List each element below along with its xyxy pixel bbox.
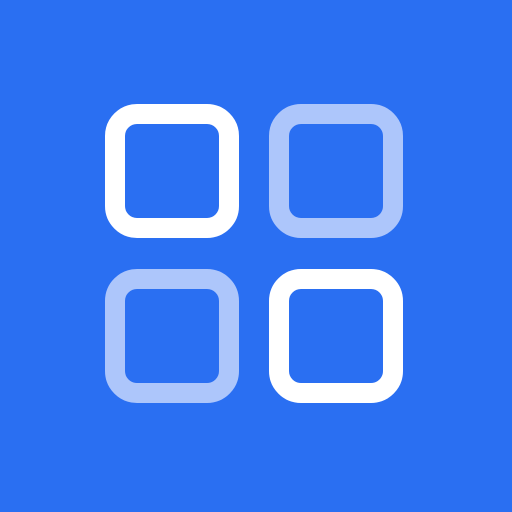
top-left-square xyxy=(105,104,239,238)
app-icon xyxy=(0,0,512,512)
top-right-square xyxy=(269,104,403,238)
grid-view-icon xyxy=(105,104,403,403)
bottom-right-square xyxy=(269,269,403,403)
bottom-left-square xyxy=(105,269,239,403)
